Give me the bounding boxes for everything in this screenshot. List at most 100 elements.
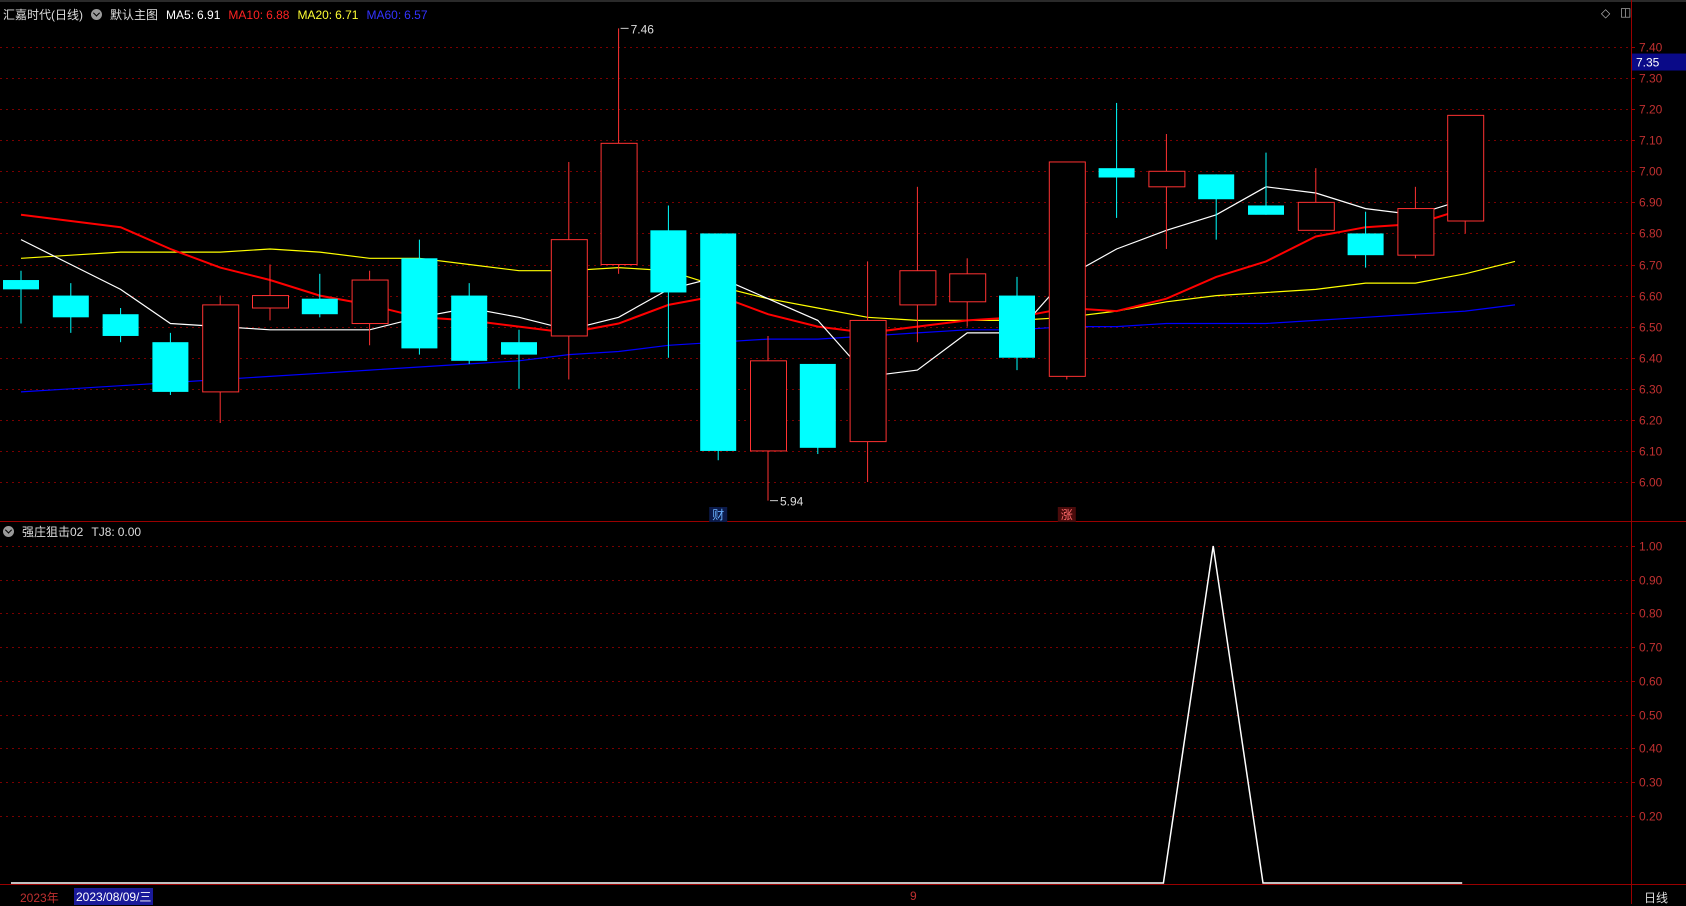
candle-body [252,295,289,309]
candle-body [1248,205,1284,215]
candle [102,308,139,343]
price-tick-label: 6.60 [1639,290,1663,304]
diamond-icon[interactable]: ◇ [1601,6,1610,20]
chevron-down-icon[interactable] [3,526,14,537]
candle [351,270,389,346]
high-price-label: 7.46 [631,22,655,36]
template-label[interactable]: 默认主图 [110,6,158,23]
candle-body [202,304,240,393]
candle [1297,168,1335,231]
year-label: 2023年 [20,891,59,905]
candle [949,258,987,327]
candle [750,335,787,501]
candle [600,28,638,274]
candle [999,276,1035,371]
candle-body [899,270,937,306]
candle [1397,186,1435,259]
indicator-tick-label: 0.50 [1639,709,1663,723]
candle-body [750,360,787,452]
candle [849,261,887,482]
chevron-down-icon[interactable] [91,9,102,20]
candle-body [1198,174,1235,200]
indicator-tick-label: 0.20 [1639,810,1663,824]
candle [451,283,488,364]
price-tick-label: 7.40 [1639,41,1663,55]
candle-body [351,279,389,325]
candle-body [401,258,438,349]
candle [252,264,289,321]
stock-chart-window: 7.40 7.30 7.20 7.10 7.00 6.90 6.80 6.70 6.60 6.50… [0,0,1686,906]
candle-body [1098,168,1135,178]
panel-icon[interactable]: ◫ [1620,5,1631,19]
candle-body [52,295,89,318]
indicator-name[interactable]: 强庄狙击02 [22,523,83,540]
price-tick-label: 6.90 [1639,196,1663,210]
indicator-tick-label: 0.80 [1639,607,1663,621]
price-tick-label: 7.10 [1639,134,1663,148]
stock-title[interactable]: 汇嘉时代(日线) [3,6,83,23]
price-tick-label: 7.30 [1639,72,1663,86]
main-chart-header: 汇嘉时代(日线) 默认主图 MA5: 6.91 MA10: 6.88 MA20: 6.… [3,6,428,23]
candle [700,233,737,461]
price-tick-label: 6.50 [1639,321,1663,335]
candle-body [1347,233,1384,256]
candle [1347,211,1384,268]
candle-body [152,342,189,392]
price-tick-label: 6.70 [1639,259,1663,273]
ma20-line [20,248,1516,321]
candle-body [3,280,39,290]
candle-body [550,239,588,337]
indicator-tick-label: 1.00 [1639,540,1663,554]
candle-body [301,298,338,315]
ma60-readout: MA60: 6.57 [366,7,428,22]
candle [152,332,189,395]
candle [1248,152,1284,215]
candle [1048,161,1086,380]
month-label: 9 [910,889,917,903]
candle-body [501,342,537,355]
period-button[interactable]: 日线 [1644,889,1668,906]
indicator-tick-label: 0.90 [1639,574,1663,588]
candle-body [1148,170,1186,188]
indicator-tick-label: 0.30 [1639,776,1663,790]
candle [1098,102,1135,218]
candle-body [849,319,887,443]
candle [401,239,438,355]
price-tick-label: 6.40 [1639,352,1663,366]
candle [550,161,588,380]
indicator-header: 强庄狙击02 TJ8: 0.00 [3,523,141,540]
candle-body [1397,208,1435,256]
candle [301,273,338,318]
candle-body [451,295,488,361]
candle-body [1447,114,1485,222]
ma10-readout: MA10: 6.88 [228,7,290,22]
ma5-readout: MA5: 6.91 [166,7,221,22]
low-price-label: 5.94 [780,495,804,509]
price-tick-label: 7.20 [1639,103,1663,117]
indicator-tick-label: 0.40 [1639,742,1663,756]
price-tick-label: 6.80 [1639,227,1663,241]
candle-body [1297,201,1335,231]
chart-canvas[interactable]: 7.40 7.30 7.20 7.10 7.00 6.90 6.80 6.70 6.60 6.50… [0,0,1686,904]
candle-body [650,230,687,293]
candle-body [999,295,1035,358]
candle-body [1048,161,1086,377]
candle [1198,174,1235,240]
candle [799,363,836,455]
marker-zhang: 涨 [1061,507,1073,522]
candle [1148,134,1186,249]
candle [1447,114,1485,234]
cursor-date-label: 2023/08/09/三 [74,888,154,905]
candle [202,295,240,423]
indicator-tick-label: 0.70 [1639,641,1663,655]
indicator-tick-label: 0.60 [1639,675,1663,689]
tj8-readout: TJ8: 0.00 [91,524,142,539]
price-tick-label: 6.00 [1639,476,1663,490]
ma20-readout: MA20: 6.71 [297,7,359,22]
candle-body [600,142,638,265]
price-tick-label: 6.30 [1639,383,1663,397]
marker-cai: 财 [712,508,724,522]
candle [3,270,39,324]
price-tick-label: 7.00 [1639,165,1663,179]
price-tick-label: 6.20 [1639,414,1663,428]
